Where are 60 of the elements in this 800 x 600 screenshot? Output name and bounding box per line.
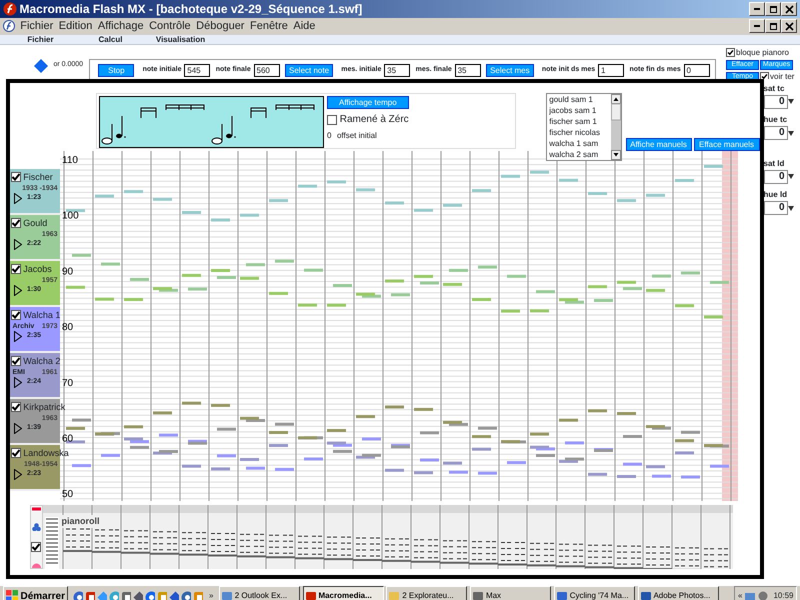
- spinner-field[interactable]: 0: [764, 201, 788, 215]
- recordings-list[interactable]: gould sam 1 jacobs sam 1 fischer sam 1 fischer nicolas walcha 1 sam walcha 2 sam: [546, 92, 622, 160]
- clock: 10:59: [773, 590, 794, 600]
- tray-toggle[interactable]: «: [738, 590, 742, 600]
- track-name: Fischer: [23, 170, 53, 184]
- pitch-label: 110: [62, 154, 78, 166]
- menu-item[interactable]: Déboguer: [196, 20, 244, 32]
- track-name: Gould: [23, 216, 48, 230]
- list-item[interactable]: fischer nicolas: [549, 126, 608, 138]
- list-item[interactable]: jacobs sam 1: [549, 104, 608, 116]
- task-button[interactable]: 2 Outlook Ex...: [218, 586, 300, 600]
- input-field[interactable]: 0: [684, 64, 710, 76]
- spinner-label: hue tc: [764, 114, 788, 126]
- pitch-label: 70: [62, 377, 73, 388]
- list-item[interactable]: walcha 1 sam: [549, 138, 608, 148]
- track-name: Walcha 1: [23, 308, 60, 322]
- tab[interactable]: Fichier: [6, 34, 76, 44]
- task-button[interactable]: Adobe Photos...: [638, 586, 719, 600]
- offset-label: offset initial: [336, 130, 377, 142]
- input-field[interactable]: 35: [384, 64, 410, 76]
- input-field[interactable]: 1: [598, 64, 624, 76]
- menu-item[interactable]: Fichier: [20, 20, 54, 32]
- pitch-label: 50: [62, 488, 73, 500]
- input-field[interactable]: 35: [454, 64, 481, 76]
- menu-item[interactable]: Aide: [293, 20, 316, 32]
- pitch-label: 90: [62, 266, 73, 277]
- pitch-label: 100: [62, 210, 78, 222]
- spinner-label: sat tc: [764, 82, 786, 94]
- menu-item[interactable]: Contrôle: [149, 20, 191, 32]
- offset-value: 0: [327, 130, 332, 142]
- menu-item[interactable]: Affichage: [98, 20, 144, 32]
- input-field[interactable]: 560: [254, 64, 280, 76]
- more-button[interactable]: »: [208, 590, 214, 600]
- overview-label: pianoroll: [62, 514, 100, 528]
- input-field[interactable]: 545: [184, 64, 210, 76]
- task-button[interactable]: 2 Explorateu...: [386, 586, 468, 600]
- menu-item[interactable]: Fenêtre: [250, 20, 288, 32]
- list-item[interactable]: fischer sam 1: [549, 116, 608, 126]
- task-button[interactable]: Macromedia...: [302, 586, 384, 600]
- list-item[interactable]: gould sam 1: [549, 94, 608, 104]
- pitch-label: 80: [62, 322, 73, 333]
- track-name: Walcha 2: [23, 354, 60, 368]
- pitch-label: 60: [62, 433, 73, 444]
- checkbox-label: voir ter: [770, 70, 794, 82]
- spinner-field[interactable]: 0: [764, 94, 788, 108]
- task-button[interactable]: Cycling '74 Ma...: [554, 586, 635, 600]
- spinner-field[interactable]: 0: [764, 126, 788, 140]
- task-button[interactable]: Max: [470, 586, 552, 600]
- spinner-label: hue ld: [764, 189, 788, 201]
- checkbox-label: bloque pianoro: [736, 46, 789, 58]
- spinner-label: sat ld: [764, 158, 786, 170]
- tab[interactable]: Visualisation: [146, 34, 216, 44]
- spinner-field[interactable]: 0: [764, 170, 788, 184]
- track-name: Jacobs: [23, 262, 52, 276]
- tab[interactable]: Calcul: [76, 34, 146, 44]
- start-button[interactable]: Démarrer: [2, 586, 68, 600]
- window-title: Macromedia Flash MX - [bachoteque v2-29_Séquence 1.swf]: [20, 1, 364, 18]
- list-item[interactable]: walcha 2 sam: [549, 148, 608, 160]
- checkbox-label: Ramené à Zérc: [340, 113, 409, 127]
- menu-item[interactable]: Edition: [58, 20, 92, 32]
